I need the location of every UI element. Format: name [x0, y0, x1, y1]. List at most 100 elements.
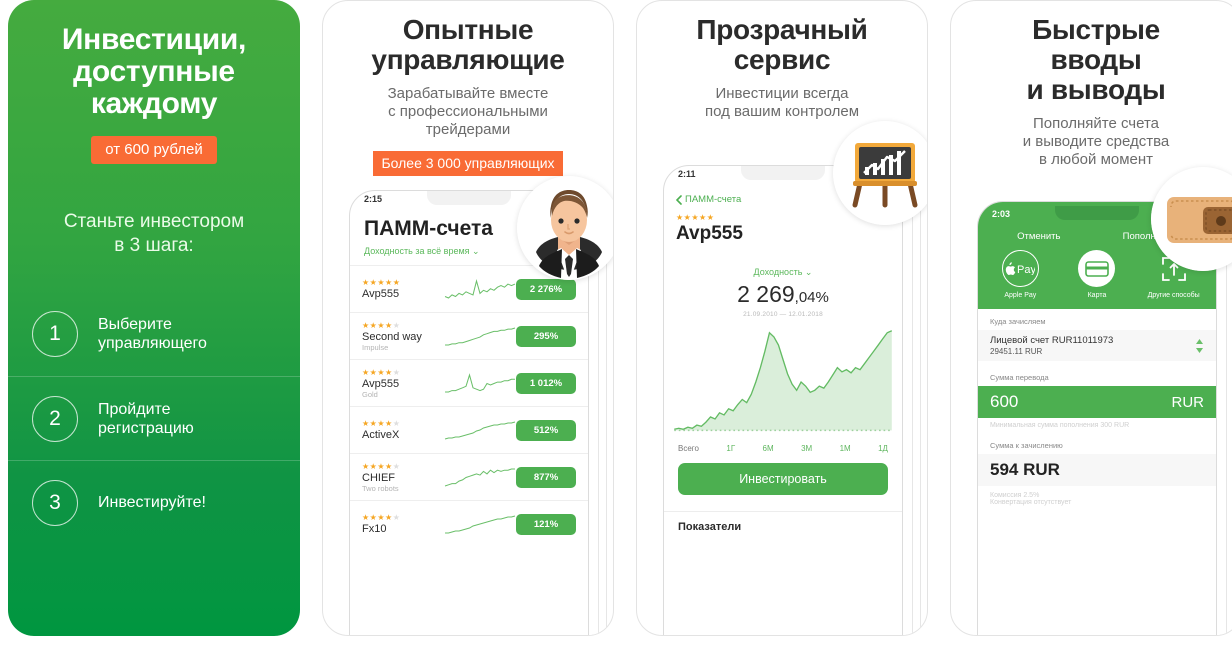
panel1-title: Инвестиции, доступные каждому [61, 23, 247, 120]
table-row[interactable]: ★★★★★ Avp555 Gold 1 012% [350, 359, 588, 406]
stepper-arrows-icon[interactable] [1195, 338, 1204, 354]
performance-chart [664, 324, 902, 436]
metric-selector[interactable]: Доходность ⌄ [664, 267, 902, 278]
panel2-head: Опытные управляющие Зарабатывайте вместе… [323, 1, 613, 176]
status-clock: 2:15 [364, 194, 383, 204]
panel4-phone-wrap: 2:03 Отменить Пополнение Pay Apple Pay К… [951, 167, 1232, 635]
account-name: CHIEF [362, 471, 395, 484]
panel2-phone-wrap: 2:15 ПАММ-счета Доходность за всё время … [323, 176, 613, 635]
account-name: Avp555 [362, 377, 400, 390]
payment-label: Apple Pay [1004, 292, 1037, 299]
return-badge: 295% [516, 325, 576, 347]
panel2-subtitle: Зарабатывайте вместе с профессиональными… [387, 85, 549, 138]
tab-3m[interactable]: 3М [801, 444, 812, 453]
total-value: 594 RUR [978, 454, 1216, 486]
fee-line-2: Конвертация отсутствует [990, 499, 1072, 506]
panel3-phone-wrap: 2:11 ПАММ-счета ★★★★★ Avp555 Доходность … [637, 121, 927, 635]
tab-6m[interactable]: 6М [763, 444, 774, 453]
panel-managers: Опытные управляющие Зарабатывайте вместе… [322, 0, 614, 636]
panel-transparent: Прозрачный сервис Инвестиции всегда под … [636, 0, 928, 636]
panel-investments: Инвестиции, доступные каждому от 600 руб… [8, 0, 300, 636]
chevron-left-icon [676, 194, 682, 205]
return-badge: 877% [516, 466, 576, 488]
panel4-title: Быстрые вводы и выводы [1026, 14, 1166, 105]
sparkline-chart [445, 327, 516, 346]
panel3-title: Прозрачный сервис [696, 14, 868, 75]
account-sub: Gold [362, 389, 378, 399]
rating-stars-icon: ★★★★★ [362, 513, 401, 522]
chevron-down-icon: ⌄ [804, 267, 813, 277]
payment-method-apple-pay[interactable]: Pay Apple Pay [989, 250, 1051, 299]
sort-filter-label: Доходность за всё время [364, 246, 470, 256]
step-item: 1 Выберите управляющего [8, 292, 300, 376]
panel-deposits: Быстрые вводы и выводы Пополняйте счета … [950, 0, 1232, 636]
rating-stars-icon: ★★★★★ [362, 461, 401, 471]
payment-method-card[interactable]: Карта [1066, 250, 1128, 299]
panel1-subtitle: Станьте инвестором в 3 шага: [63, 211, 245, 256]
sparkline-chart [445, 515, 516, 534]
phone-mock-account: 2:11 ПАММ-счета ★★★★★ Avp555 Доходность … [663, 165, 903, 635]
svg-text:Pay: Pay [1017, 264, 1035, 275]
invest-button[interactable]: Инвестировать [678, 463, 888, 495]
tab-1y[interactable]: 1Г [726, 444, 735, 453]
phone-notch [741, 166, 825, 180]
sparkline-chart [445, 373, 515, 393]
credit-card-icon [1078, 250, 1116, 287]
metric-value-frac: ,04% [794, 289, 829, 306]
account-sub: Impulse [362, 342, 389, 352]
table-row[interactable]: ★★★★★ Fx10 121% [350, 500, 588, 547]
tab-1d[interactable]: 1Д [878, 444, 888, 453]
destination-section: Куда зачисляем Лицевой счет RUR11011973 … [978, 309, 1216, 361]
total-section: Сумма к зачислению 594 RUR Комиссия 2.5%… [978, 429, 1216, 506]
panel3-head: Прозрачный сервис Инвестиции всегда под … [637, 1, 927, 121]
return-badge: 2 276% [516, 278, 576, 300]
date-range: 21.09.2010 — 12.01.2018 [743, 311, 823, 318]
panel2-ribbon: Более 3 000 управляющих [373, 151, 563, 176]
manager-avatar-icon [517, 176, 613, 280]
payment-label: Другие способы [1147, 292, 1200, 299]
sparkline-chart [444, 279, 516, 299]
payment-label: Карта [1087, 292, 1107, 299]
tab-1m[interactable]: 1М [840, 444, 851, 453]
amount-hint: Минимальная сумма пополнения 300 RUR [990, 422, 1130, 429]
rating-stars-icon: ★★★★★ [362, 320, 401, 330]
cancel-button[interactable]: Отменить [1017, 231, 1060, 242]
step-label: Инвестируйте! [98, 494, 206, 511]
sparkline-chart [444, 468, 515, 487]
account-name: Second way [362, 330, 422, 343]
back-label: ПАММ-счета [685, 194, 742, 205]
step-label: Пройдите регистрацию [98, 400, 194, 437]
destination-account-selector[interactable]: Лицевой счет RUR11011973 29451.11 RUR [978, 330, 1216, 361]
chart-easel-icon [833, 121, 927, 225]
screenshot-gallery: Инвестиции, доступные каждому от 600 руб… [0, 0, 1232, 648]
step-item: 3 Инвестируйте! [8, 460, 300, 544]
tab-vsego[interactable]: Всего [678, 444, 699, 453]
account-name: Avp555 [676, 223, 743, 244]
status-clock: 2:03 [992, 209, 1011, 219]
step-item: 2 Пройдите регистрацию [8, 376, 300, 460]
table-row[interactable]: ★★★★★ Second way Impulse 295% [350, 312, 588, 359]
amount-value: 600 [990, 392, 1019, 411]
chevron-down-icon: ⌄ [472, 246, 480, 256]
panel1-price-badge: от 600 рублей [91, 136, 217, 164]
step-number-circle: 1 [32, 311, 78, 357]
panel4-subtitle: Пополняйте счета и выводите средства в л… [1022, 115, 1170, 168]
table-row[interactable]: ★★★★★ CHIEF Two robots 877% [350, 453, 588, 500]
apple-pay-icon: Pay [1001, 250, 1039, 287]
period-tabs[interactable]: Всего 1Г 6М 3М 1М 1Д [664, 436, 902, 453]
step-number-circle: 3 [32, 479, 78, 526]
return-badge: 121% [516, 513, 576, 535]
panel2-title: Опытные управляющие [371, 14, 565, 75]
indicators-section-title: Показатели [664, 511, 902, 542]
destination-balance: 29451.11 RUR [990, 347, 1043, 356]
metric-value-int: 2 269 [737, 281, 795, 307]
panel4-head: Быстрые вводы и выводы Пополняйте счета … [951, 1, 1232, 169]
metric-label: Доходность [753, 267, 803, 277]
account-name: Avp555 [362, 288, 400, 300]
rating-stars-icon: ★★★★★ [362, 278, 401, 287]
amount-input[interactable]: 600 RUR [978, 386, 1216, 418]
panel3-subtitle: Инвестиции всегда под вашим контролем [704, 85, 860, 120]
return-badge: 512% [516, 419, 576, 441]
rating-stars-icon: ★★★★★ [362, 367, 401, 377]
table-row[interactable]: ★★★★★ ActiveX 512% [350, 406, 588, 453]
